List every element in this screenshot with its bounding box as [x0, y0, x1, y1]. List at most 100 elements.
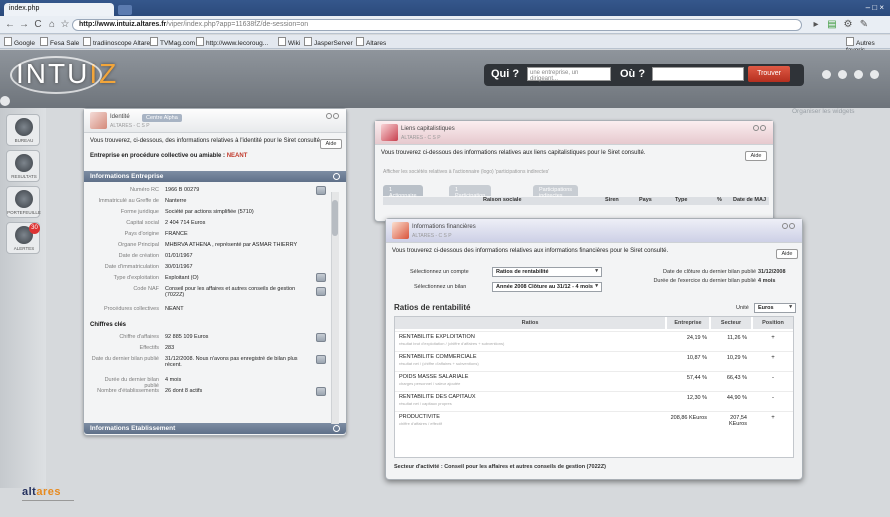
- col-entreprise[interactable]: Entreprise: [667, 317, 709, 329]
- capital-table-header: Raison sociale Siren Pays Type % Date de…: [383, 197, 769, 205]
- page-icon[interactable]: ▤: [826, 19, 838, 31]
- capital-legend[interactable]: Afficher les sociétés relatives à l'acti…: [383, 169, 549, 175]
- field-label: Code NAF: [133, 286, 159, 292]
- altares-logo: altares: [22, 486, 61, 498]
- doc-icon[interactable]: [316, 186, 326, 195]
- field-value: NEANT: [165, 306, 184, 312]
- portfolio-icon: [15, 190, 33, 208]
- bookmark-item[interactable]: TVMag.com: [150, 37, 195, 47]
- bookmark-item[interactable]: Google: [4, 37, 35, 47]
- user-icon[interactable]: [822, 70, 831, 79]
- wrench-icon[interactable]: ⚙: [842, 19, 854, 31]
- compte-label: Sélectionnez un compte: [410, 269, 469, 275]
- field-value: FRANCE: [165, 231, 188, 237]
- capital-header[interactable]: Liens capitalistiques ALTARES - C S P: [375, 121, 773, 145]
- financial-intro: Vous trouverez ci-dessous des informatio…: [392, 248, 669, 254]
- bookmark-item[interactable]: http://www.lecoroug...: [196, 37, 268, 47]
- procedure-line: Entreprise en procédure collective ou am…: [90, 153, 248, 159]
- identity-header[interactable]: Identité Centre Alpha ALTARES - C S P: [84, 109, 346, 133]
- window-controls[interactable]: – □ ×: [866, 3, 884, 12]
- bookmark-item[interactable]: tradiinoscope Altares: [83, 37, 153, 47]
- chart-icon[interactable]: [316, 333, 326, 342]
- widget-controls[interactable]: [781, 223, 797, 230]
- list-icon[interactable]: [316, 387, 326, 396]
- section-etablissement[interactable]: Informations Etablissement: [84, 423, 346, 434]
- col-secteur[interactable]: Secteur: [711, 317, 751, 329]
- tools-icon[interactable]: ✎: [858, 19, 870, 31]
- field-label: Procédures collectives: [103, 306, 159, 312]
- back-icon[interactable]: ←: [4, 19, 16, 31]
- doc-icon[interactable]: [316, 273, 326, 282]
- doc-icon[interactable]: [316, 287, 326, 296]
- qui-search-input[interactable]: une entreprise, un dirigeant...: [527, 67, 611, 82]
- financial-icon: [392, 222, 409, 239]
- forward-icon[interactable]: →: [18, 19, 30, 31]
- widget-controls[interactable]: [325, 113, 341, 120]
- scrollbar-thumb[interactable]: [332, 200, 338, 236]
- new-tab-button[interactable]: [118, 5, 132, 15]
- field-value: MHBRVA ATHENA , représenté par ASMAR THI…: [165, 242, 298, 248]
- table-row: RENTABILITE DES CAPITAUX résultat net / c…: [395, 391, 793, 411]
- field-label: Numéro RC: [129, 187, 159, 193]
- tab-actionnaire[interactable]: 1 Actionnaire: [383, 185, 423, 199]
- compte-select[interactable]: Ratios de rentabilité: [492, 267, 602, 277]
- field-value: 2 404 714 Euros: [165, 220, 206, 226]
- bilan-select[interactable]: Année 2008 Clôture au 31/12 - 4 mois: [492, 282, 602, 292]
- ou-search-input[interactable]: [652, 67, 744, 81]
- settings-icon[interactable]: [838, 70, 847, 79]
- capital-title: Liens capitalistiques: [401, 126, 455, 132]
- duree-label: Durée de l'exercice du dernier bilan pub…: [653, 278, 756, 284]
- financial-header[interactable]: Informations financières ALTARES - C S P: [386, 219, 802, 243]
- ratios-title: Ratios de rentabilité: [394, 303, 471, 312]
- star-icon[interactable]: ☆: [59, 19, 71, 31]
- capital-widget: Liens capitalistiques ALTARES - C S P Vo…: [374, 120, 774, 222]
- bilan-label: Sélectionnez un bilan: [414, 284, 467, 290]
- identity-tab[interactable]: Centre Alpha: [142, 114, 182, 122]
- cloture-label: Date de clôture du dernier bilan publié: [663, 269, 756, 275]
- chart-icon[interactable]: [316, 355, 326, 364]
- aide-button[interactable]: Aide: [320, 139, 342, 149]
- col-ratios[interactable]: Ratios: [395, 317, 665, 329]
- tab-participations-indirectes[interactable]: Participations indirectes: [533, 185, 579, 199]
- close-icon: [789, 223, 795, 229]
- widget-controls[interactable]: [752, 125, 768, 132]
- bookmark-item[interactable]: JasperServer: [304, 37, 353, 47]
- address-bar[interactable]: http://www.intuiz.altares.fr/viper/index…: [72, 19, 802, 31]
- browser-tab[interactable]: index.php: [4, 3, 114, 16]
- field-value: 31/12/2008. Nous n'avons pas enregistré …: [165, 356, 298, 368]
- collapse-dock-icon[interactable]: [0, 96, 10, 106]
- dock-alertes[interactable]: 30 ALERTES: [6, 222, 40, 254]
- field-label: Date du dernier bilan publié: [91, 356, 159, 362]
- field-value: 01/01/1967: [165, 253, 193, 259]
- section-entreprise[interactable]: Informations Entreprise: [84, 171, 346, 182]
- unit-select[interactable]: Euros: [754, 303, 796, 313]
- col-position[interactable]: Position: [753, 317, 793, 329]
- bookmark-item[interactable]: Altares: [356, 37, 386, 47]
- trouver-button[interactable]: Trouver: [748, 66, 790, 82]
- tab-participation[interactable]: 1 Participation directe: [449, 185, 492, 205]
- minimize-icon: [326, 113, 332, 119]
- organize-widgets-link[interactable]: Organiser les widgets: [792, 108, 855, 115]
- field-label: Pays d'origine: [124, 231, 159, 237]
- logo-ring: [10, 56, 102, 94]
- lock-icon[interactable]: [870, 70, 879, 79]
- field-value: 92 885 109 Euros: [165, 334, 209, 340]
- aide-button[interactable]: Aide: [745, 151, 767, 161]
- reload-icon[interactable]: C: [32, 19, 44, 31]
- bookmark-item[interactable]: Wiki: [278, 37, 300, 47]
- dock-resultats[interactable]: RESULTATS: [6, 150, 40, 182]
- field-value: 283: [165, 345, 175, 351]
- identity-subtitle: ALTARES - C S P: [110, 123, 150, 129]
- bookmark-item[interactable]: Fesa Sale: [40, 37, 79, 47]
- field-label: Immatriculé au Greffe de: [98, 198, 159, 204]
- bookmarks-bar: Google Fesa Sale tradiinoscope Altares T…: [0, 35, 890, 54]
- identity-title: Identité: [110, 114, 130, 120]
- field-value: 4 mois: [165, 377, 182, 383]
- field-label: Nombre d'établissements: [97, 388, 159, 394]
- dock-portefeuille[interactable]: PORTEFEUILLE: [6, 186, 41, 218]
- aide-button[interactable]: Aide: [776, 249, 798, 259]
- play-icon[interactable]: ▸: [810, 19, 822, 31]
- dock-bureau[interactable]: BUREAU: [6, 114, 40, 146]
- info-icon[interactable]: [854, 70, 863, 79]
- home-icon[interactable]: ⌂: [46, 19, 58, 31]
